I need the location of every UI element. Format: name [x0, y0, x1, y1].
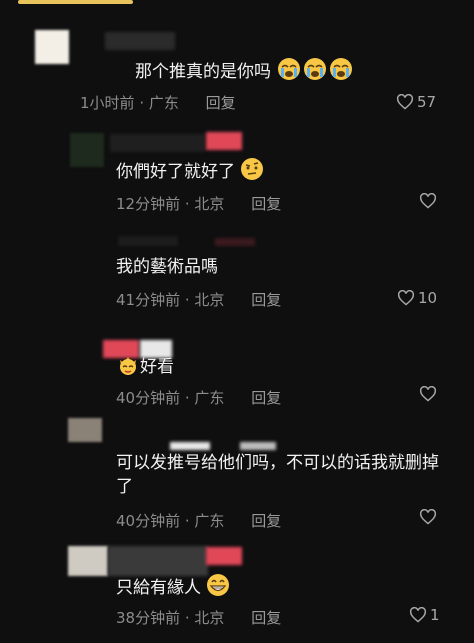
comment-text-content: 只給有緣人 [116, 578, 201, 598]
comment-text: 可以发推号给他们吗，不可以的话我就删掉 [116, 450, 439, 476]
like-button[interactable] [419, 386, 440, 402]
avatar[interactable] [70, 133, 104, 167]
crying-face-icon [302, 57, 328, 89]
crying-face-icon [328, 57, 354, 89]
comment-text: 了 [116, 474, 133, 500]
username-redacted [118, 236, 178, 246]
comment-time: 41分钟前 [116, 291, 181, 309]
reply-button[interactable]: 回复 [251, 609, 281, 627]
like-count: 10 [418, 289, 438, 307]
comment-item: 我的藝術品嗎 41分钟前 · 北京 回复 10 [0, 232, 474, 327]
heart-outline-icon [397, 290, 415, 306]
reply-button[interactable]: 回复 [251, 512, 281, 530]
comment-text: 好看 [116, 352, 174, 384]
comment-time: 40分钟前 [116, 512, 181, 530]
like-button[interactable] [419, 509, 440, 525]
comment-text-content: 那个推真的是你吗 [135, 62, 271, 82]
tab-indicator [18, 0, 133, 4]
username-redacted [108, 546, 208, 576]
badge-redacted [206, 132, 242, 150]
heart-outline-icon [409, 607, 427, 623]
heart-outline-icon [396, 94, 414, 110]
like-button[interactable]: 1 [409, 606, 440, 624]
username-redacted [215, 238, 255, 246]
comment-location: · 广东 [184, 389, 225, 407]
avatar[interactable] [68, 418, 102, 442]
comment-meta: 38分钟前 · 北京 回复 [116, 607, 281, 628]
comment-item: 那个推真的是你吗 1小时前 · 广东 回复 57 [0, 28, 474, 123]
like-button[interactable]: 57 [396, 93, 436, 111]
comment-text: 你們好了就好了 [116, 157, 264, 189]
comment-text-content: 我的藝術品嗎 [116, 257, 218, 277]
comment-meta: 1小时前 · 广东 回复 [80, 92, 236, 113]
reply-button[interactable]: 回复 [206, 94, 236, 112]
comment-location: · 北京 [184, 291, 225, 309]
comment-text-line: 可以发推号给他们吗，不可以的话我就删掉 [116, 453, 439, 473]
username-redacted [105, 32, 175, 50]
comment-text-content: 好看 [140, 357, 174, 377]
comment-location: · 北京 [184, 195, 225, 213]
comment-meta: 12分钟前 · 北京 回复 [116, 193, 281, 214]
grinning-face-icon [206, 573, 230, 605]
comment-text: 那个推真的是你吗 [135, 57, 354, 89]
badge-redacted [206, 547, 242, 565]
comment-meta: 41分钟前 · 北京 回复 [116, 289, 281, 310]
comment-item: 可以发推号给他们吗，不可以的话我就删掉 了 40分钟前 · 广东 回复 [0, 418, 474, 536]
comment-item: 你們好了就好了 12分钟前 · 北京 回复 [0, 130, 474, 225]
avatar[interactable] [35, 30, 69, 64]
comment-text: 我的藝術品嗎 [116, 254, 218, 280]
reply-button[interactable]: 回复 [251, 389, 281, 407]
comment-meta: 40分钟前 · 广东 回复 [116, 387, 281, 408]
username-redacted [240, 442, 276, 450]
heart-outline-icon [419, 509, 437, 525]
comment-meta: 40分钟前 · 广东 回复 [116, 510, 281, 531]
like-button[interactable]: 10 [397, 289, 437, 307]
comment-time: 12分钟前 [116, 195, 181, 213]
comment-item: 只給有緣人 38分钟前 · 北京 回复 1 [0, 545, 474, 643]
comment-location: · 广东 [139, 94, 179, 112]
like-button[interactable] [419, 193, 440, 209]
comment-location: · 广东 [184, 512, 225, 530]
comment-location: · 北京 [184, 609, 225, 627]
crying-face-icon [276, 57, 302, 89]
avatar[interactable] [68, 546, 108, 576]
comment-text-line: 了 [116, 477, 133, 497]
comment-time: 1小时前 [80, 94, 135, 112]
comment-text: 只給有緣人 [116, 573, 230, 605]
heart-outline-icon [419, 386, 437, 402]
username-redacted [110, 134, 205, 152]
reply-button[interactable]: 回复 [251, 291, 281, 309]
like-count: 1 [430, 606, 440, 624]
crown-face-icon [116, 352, 140, 384]
raised-eyebrow-face-icon [240, 157, 264, 189]
comment-item: 好看 40分钟前 · 广东 回复 [0, 335, 474, 425]
username-redacted [170, 442, 210, 450]
comment-time: 40分钟前 [116, 389, 181, 407]
like-count: 57 [417, 93, 437, 111]
comment-time: 38分钟前 [116, 609, 181, 627]
reply-button[interactable]: 回复 [251, 195, 281, 213]
comment-text-content: 你們好了就好了 [116, 162, 235, 182]
heart-outline-icon [419, 193, 437, 209]
